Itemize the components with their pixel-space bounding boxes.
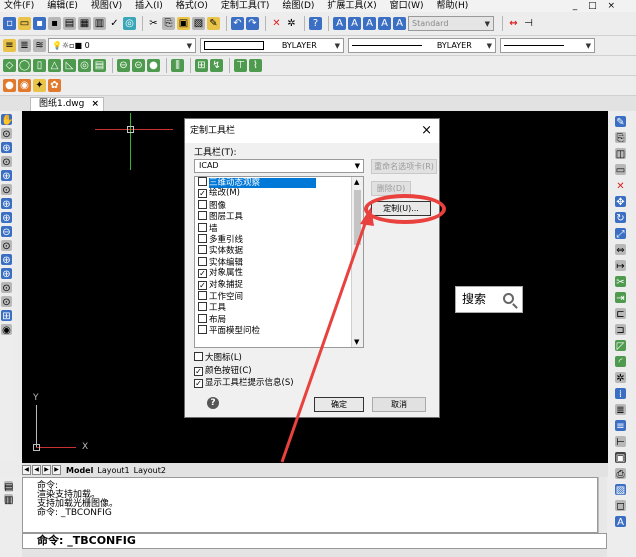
annotation-arrow <box>280 207 374 463</box>
